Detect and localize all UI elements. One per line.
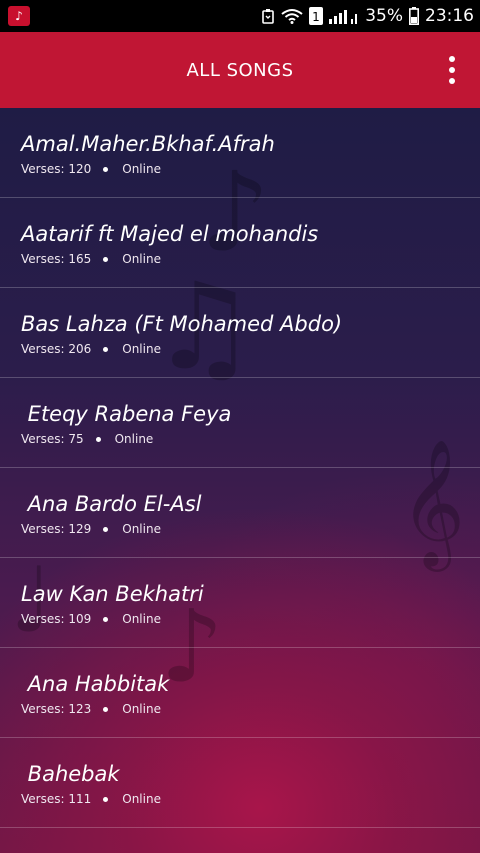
list-item[interactable]: Amal.Maher.Bkhaf.Afrah Verses: 120 Onlin…: [0, 108, 480, 198]
bullet-icon: [103, 346, 109, 352]
list-item[interactable]: Law Kan Bekhatri Verses: 109 Online: [0, 558, 480, 648]
list-item[interactable]: Ana Habbitak Verses: 123 Online: [0, 648, 480, 738]
song-list[interactable]: ♪ ♫ 𝄞 ♩ ♪ Amal.Maher.Bkhaf.Afrah Verses:…: [0, 108, 480, 853]
song-title: Ana Bardo El-Asl: [21, 492, 202, 516]
status-left: ♪: [8, 6, 30, 26]
song-status: Online: [122, 252, 161, 266]
bullet-icon: [103, 166, 109, 172]
song-meta: Verses: 206 Online: [21, 342, 480, 356]
song-meta: Verses: 75 Online: [21, 432, 480, 446]
song-status: Online: [122, 342, 161, 356]
app-bar: ALL SONGS: [0, 32, 480, 108]
song-status: Online: [122, 702, 161, 716]
wifi-icon: [281, 8, 303, 24]
bullet-icon: [95, 436, 101, 442]
bullet-icon: [103, 526, 109, 532]
page-title: ALL SONGS: [186, 59, 294, 81]
overflow-menu-dot: [449, 78, 455, 84]
verses-count: Verses: 129: [21, 522, 92, 536]
verses-count: Verses: 206: [21, 342, 92, 356]
song-meta: Verses: 120 Online: [21, 162, 480, 176]
list-item[interactable]: Bas Lahza (Ft Mohamed Abdo) Verses: 206 …: [0, 288, 480, 378]
notification-app-icon: ♪: [8, 6, 30, 26]
song-status: Online: [122, 612, 161, 626]
song-meta: Verses: 129 Online: [21, 522, 480, 536]
song-title: Aatarif ft Majed el mohandis: [21, 222, 319, 246]
song-meta: Verses: 111 Online: [21, 792, 480, 806]
song-status: Online: [122, 522, 161, 536]
song-meta: Verses: 165 Online: [21, 252, 480, 266]
battery-percent: 35%: [365, 6, 403, 26]
status-right: 1 35% 23:16: [261, 6, 474, 26]
song-meta: Verses: 109 Online: [21, 612, 480, 626]
song-title: Law Kan Bekhatri: [21, 582, 204, 606]
sim-icon: 1: [309, 7, 324, 25]
bullet-icon: [103, 706, 109, 712]
svg-text:1: 1: [312, 10, 320, 24]
clock: 23:16: [425, 6, 474, 26]
list-item[interactable]: Eteqy Rabena Feya Verses: 75 Online: [0, 378, 480, 468]
overflow-menu-button[interactable]: [442, 56, 462, 84]
verses-count: Verses: 123: [21, 702, 92, 716]
song-title: Eteqy Rabena Feya: [21, 402, 232, 426]
verses-count: Verses: 165: [21, 252, 92, 266]
list-item[interactable]: Aatarif ft Majed el mohandis Verses: 165…: [0, 198, 480, 288]
verses-count: Verses: 120: [21, 162, 92, 176]
bullet-icon: [103, 256, 109, 262]
song-title: Amal.Maher.Bkhaf.Afrah: [21, 132, 275, 156]
list-item[interactable]: Bahebak Verses: 111 Online: [0, 738, 480, 828]
song-status: Online: [122, 792, 161, 806]
list-item[interactable]: Ana Bardo El-Asl Verses: 129 Online: [0, 468, 480, 558]
verses-count: Verses: 109: [21, 612, 92, 626]
overflow-menu-dot: [449, 67, 455, 73]
verses-count: Verses: 75: [21, 432, 84, 446]
bullet-icon: [103, 616, 109, 622]
song-status: Online: [122, 162, 161, 176]
song-title: Bas Lahza (Ft Mohamed Abdo): [21, 312, 343, 336]
song-title: Ana Habbitak: [21, 672, 170, 696]
signal-icon: [329, 8, 359, 24]
bullet-icon: [103, 796, 109, 802]
overflow-menu-icon: [449, 56, 455, 62]
song-meta: Verses: 123 Online: [21, 702, 480, 716]
nfc-icon: [261, 8, 275, 24]
song-status: Online: [114, 432, 154, 446]
verses-count: Verses: 111: [21, 792, 92, 806]
status-bar: ♪ 1 35% 23:16: [0, 0, 480, 32]
song-title: Bahebak: [21, 762, 120, 786]
battery-icon: [409, 7, 419, 25]
